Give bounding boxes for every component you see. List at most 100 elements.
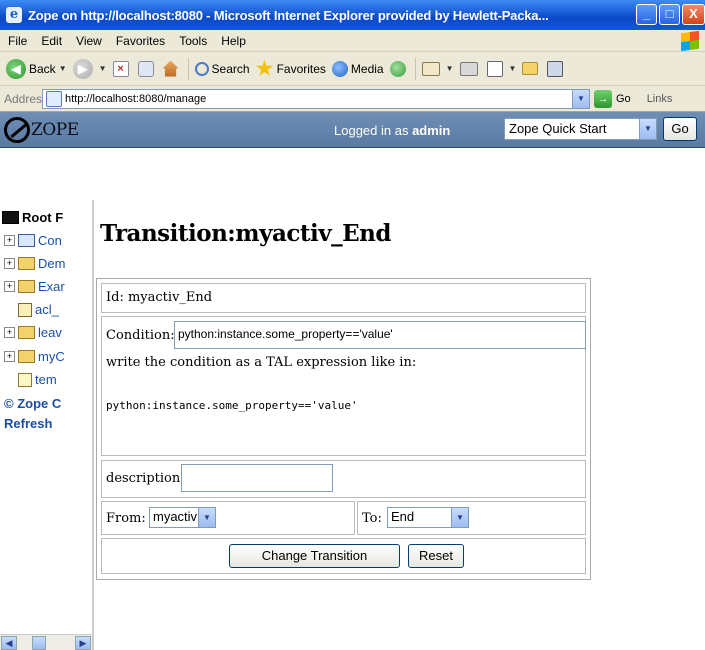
links-button[interactable]: Links bbox=[647, 93, 673, 105]
navigation-tree: Root F + Con + Dem + Exar acl_ + leav + … bbox=[0, 200, 94, 650]
stop-icon: × bbox=[112, 60, 129, 77]
from-label: From: bbox=[106, 511, 146, 526]
to-value: End bbox=[391, 509, 415, 524]
media-button[interactable]: Media bbox=[331, 60, 384, 77]
zope-logo[interactable]: ZOPE bbox=[4, 117, 79, 143]
folder-button[interactable] bbox=[522, 62, 541, 75]
home-button[interactable] bbox=[162, 60, 182, 77]
edit-button[interactable]: ▼ bbox=[486, 60, 517, 77]
expand-icon[interactable]: + bbox=[4, 258, 15, 269]
menu-help[interactable]: Help bbox=[221, 34, 246, 48]
tree-item-template[interactable]: tem bbox=[18, 372, 57, 387]
to-select[interactable]: End ▼ bbox=[387, 507, 469, 528]
zope-logo-icon bbox=[4, 117, 30, 143]
search-icon bbox=[194, 61, 209, 76]
tree-refresh-link[interactable]: Refresh bbox=[4, 416, 52, 431]
chevron-down-icon: ▼ bbox=[445, 64, 454, 73]
tree-item-myc[interactable]: + myC bbox=[4, 349, 65, 364]
zope-logo-text: ZOPE bbox=[31, 120, 79, 140]
window-title: Zope on http://localhost:8080 - Microsof… bbox=[28, 7, 549, 23]
tree-item-label: leav bbox=[38, 325, 62, 340]
logged-in-user: admin bbox=[412, 123, 451, 138]
scroll-thumb[interactable] bbox=[32, 636, 46, 650]
tree-item-label: acl_ bbox=[35, 302, 59, 317]
tree-item-demo[interactable]: + Dem bbox=[4, 256, 65, 271]
chevron-down-icon: ▼ bbox=[198, 508, 215, 527]
menu-edit[interactable]: Edit bbox=[41, 34, 62, 48]
page-icon bbox=[46, 90, 62, 107]
menu-view[interactable]: View bbox=[76, 34, 102, 48]
chevron-down-icon: ▼ bbox=[508, 64, 517, 73]
condition-label: Condition: bbox=[106, 328, 175, 343]
minimize-button[interactable]: _ bbox=[636, 4, 657, 25]
chevron-down-icon[interactable]: ▼ bbox=[572, 89, 589, 108]
maximize-button[interactable]: □ bbox=[659, 4, 680, 25]
edit-icon bbox=[486, 60, 503, 77]
main-content: Transition:myactiv_End Id: myactiv_End C… bbox=[96, 200, 705, 650]
mail-button[interactable]: ▼ bbox=[421, 61, 454, 76]
condition-example: python:instance.some_property=='value' bbox=[106, 399, 358, 412]
expand-icon[interactable]: + bbox=[4, 281, 15, 292]
refresh-button[interactable] bbox=[137, 60, 157, 77]
quick-start-value: Zope Quick Start bbox=[509, 121, 607, 136]
chevron-down-icon: ▼ bbox=[639, 119, 656, 139]
logged-in-status: Logged in as admin bbox=[334, 123, 450, 138]
close-button[interactable]: X bbox=[682, 4, 705, 25]
reset-button[interactable]: Reset bbox=[408, 544, 464, 568]
tree-root[interactable]: Root F bbox=[2, 210, 63, 225]
change-transition-button[interactable]: Change Transition bbox=[229, 544, 400, 568]
forward-button[interactable]: ▶ ▼ bbox=[72, 58, 107, 79]
quick-start-select[interactable]: Zope Quick Start ▼ bbox=[504, 118, 657, 140]
stop-button[interactable]: × bbox=[112, 60, 132, 77]
quick-start-go-button[interactable]: Go bbox=[663, 117, 697, 141]
menu-favorites[interactable]: Favorites bbox=[116, 34, 165, 48]
address-go-button[interactable]: → Go bbox=[594, 89, 631, 108]
print-button[interactable] bbox=[459, 61, 481, 76]
menu-file[interactable]: File bbox=[8, 34, 27, 48]
back-button[interactable]: ◀ Back ▼ bbox=[6, 58, 67, 79]
expand-icon[interactable]: + bbox=[4, 327, 15, 338]
folder-icon bbox=[18, 257, 35, 270]
tree-item-examples[interactable]: + Exar bbox=[4, 279, 65, 294]
media-icon bbox=[331, 60, 348, 77]
refresh-icon bbox=[137, 60, 154, 77]
to-label: To: bbox=[362, 511, 382, 526]
star-icon bbox=[255, 59, 274, 76]
tree-item-leave[interactable]: + leav bbox=[4, 325, 62, 340]
favorites-button[interactable]: Favorites bbox=[255, 59, 326, 78]
expand-icon[interactable]: + bbox=[4, 235, 15, 246]
tree-item-acl[interactable]: acl_ bbox=[18, 302, 59, 317]
toolbar-divider bbox=[187, 57, 189, 80]
tree-item-label: Dem bbox=[38, 256, 66, 271]
chevron-down-icon: ▼ bbox=[98, 64, 107, 73]
address-label: Address bbox=[4, 91, 49, 106]
folder-icon bbox=[522, 62, 539, 75]
scroll-right-icon[interactable]: ▶ bbox=[75, 636, 91, 650]
buttons-row: Change Transition Reset bbox=[101, 538, 586, 574]
folder-icon bbox=[18, 326, 35, 339]
from-value: myactiv bbox=[153, 509, 198, 524]
search-button[interactable]: Search bbox=[194, 61, 250, 76]
messenger-icon bbox=[547, 60, 564, 77]
condition-input[interactable]: python:instance.some_property=='value' bbox=[174, 321, 586, 349]
tree-copyright[interactable]: © Zope C bbox=[4, 396, 61, 411]
home-icon bbox=[162, 60, 179, 77]
horizontal-scrollbar[interactable]: ◀ ▶ bbox=[0, 634, 92, 650]
chevron-down-icon: ▼ bbox=[58, 64, 67, 73]
address-input[interactable]: http://localhost:8080/manage ▼ bbox=[42, 88, 590, 109]
history-button[interactable] bbox=[389, 60, 409, 77]
chevron-down-icon: ▼ bbox=[451, 508, 468, 527]
from-select[interactable]: myactiv ▼ bbox=[149, 507, 216, 528]
scroll-left-icon[interactable]: ◀ bbox=[1, 636, 17, 650]
user-folder-icon bbox=[18, 302, 32, 317]
page-title: Transition:myactiv_End bbox=[100, 220, 391, 247]
tree-item-control-panel[interactable]: + Con bbox=[4, 233, 62, 248]
forward-arrow-icon: ▶ bbox=[72, 58, 93, 79]
description-row: description: bbox=[101, 460, 586, 498]
messenger-button[interactable] bbox=[547, 60, 566, 77]
expand-icon[interactable]: + bbox=[4, 351, 15, 362]
menu-tools[interactable]: Tools bbox=[179, 34, 207, 48]
condition-row: Condition: python:instance.some_property… bbox=[101, 316, 586, 456]
description-input[interactable] bbox=[181, 464, 333, 492]
ie-icon: e bbox=[6, 7, 22, 23]
